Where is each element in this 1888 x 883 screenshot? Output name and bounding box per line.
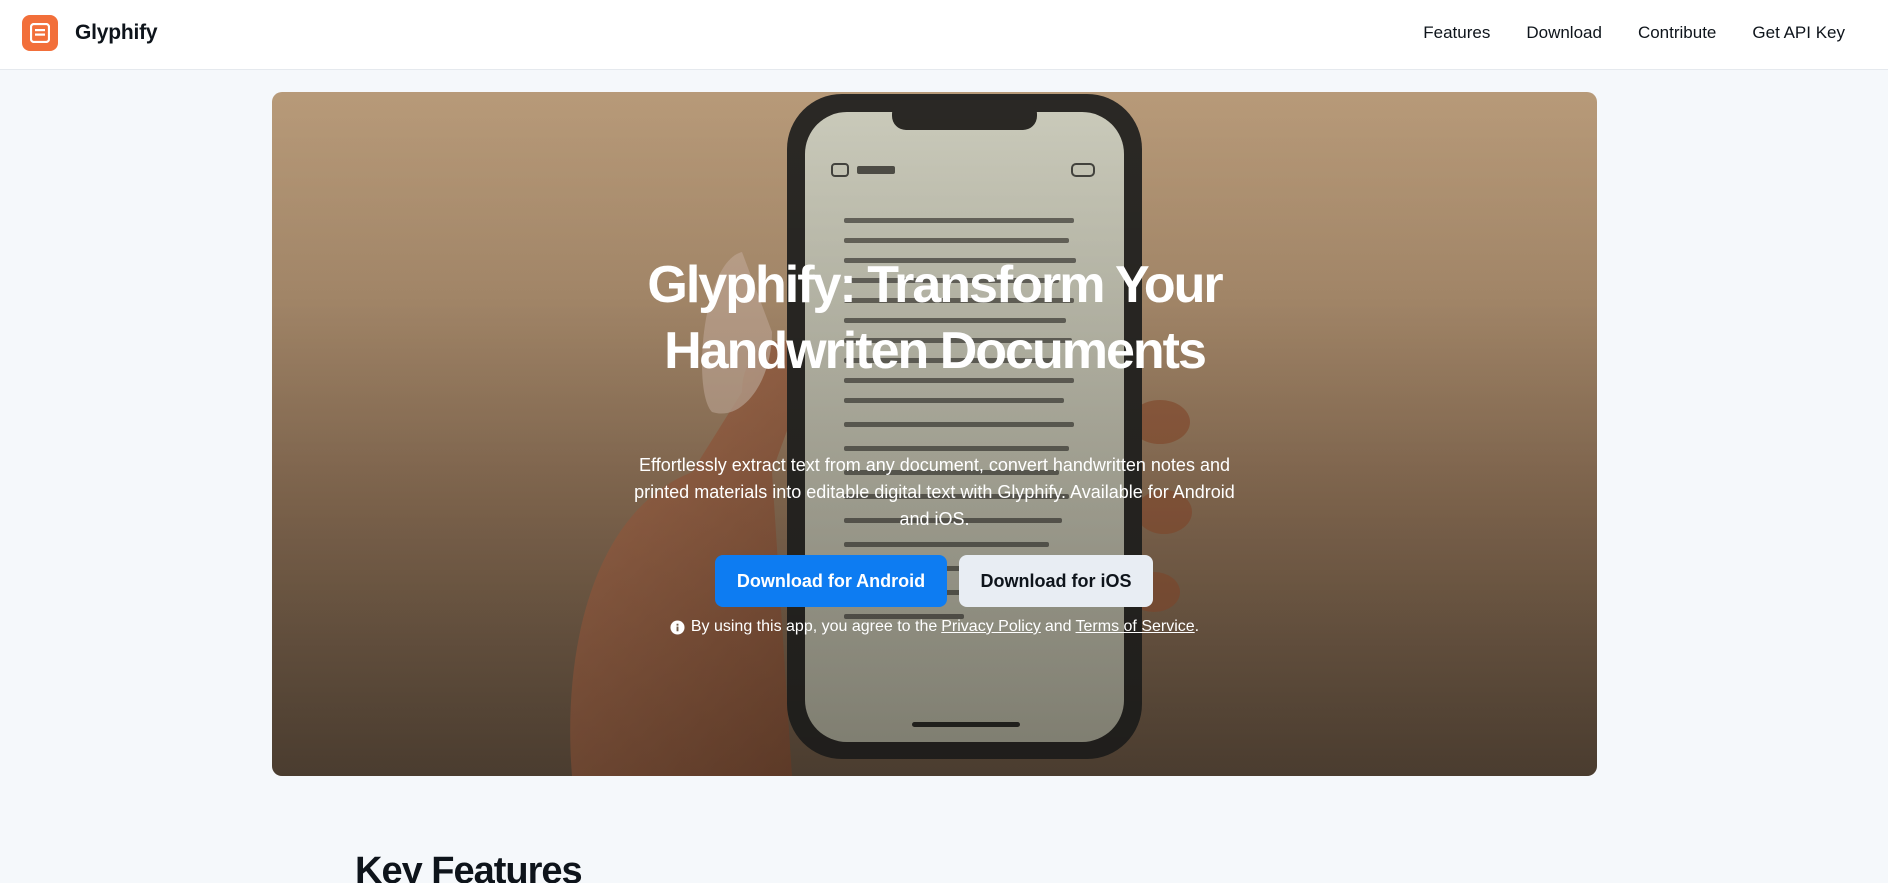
nav-get-api-key[interactable]: Get API Key (1752, 22, 1845, 44)
top-navbar: Glyphify Features Download Contribute Ge… (0, 0, 1888, 70)
terms-notice: By using this app, you agree to the Priv… (272, 618, 1597, 636)
privacy-policy-link[interactable]: Privacy Policy (941, 618, 1041, 636)
download-ios-button[interactable]: Download for iOS (959, 555, 1153, 607)
nav-contribute[interactable]: Contribute (1638, 22, 1716, 44)
download-android-button[interactable]: Download for Android (715, 555, 947, 607)
brand-name: Glyphify (75, 21, 158, 44)
hero-subtitle: Effortlessly extract text from any docum… (634, 455, 1235, 529)
brand[interactable]: Glyphify (22, 15, 158, 51)
info-icon (670, 619, 685, 635)
nav-features[interactable]: Features (1423, 22, 1490, 44)
hero-title: Glyphify: Transform Your Handwriten Docu… (647, 256, 1223, 380)
terms-of-service-link[interactable]: Terms of Service (1076, 618, 1195, 636)
document-icon (22, 15, 58, 51)
main-nav: Features Download Contribute Get API Key (1387, 22, 1845, 44)
hero-banner: Glyphify: Transform Your Handwriten Docu… (272, 92, 1597, 776)
key-features-heading: Key Features (355, 850, 583, 883)
download-buttons: Download for Android Download for iOS (715, 555, 1153, 607)
nav-download[interactable]: Download (1526, 22, 1602, 44)
